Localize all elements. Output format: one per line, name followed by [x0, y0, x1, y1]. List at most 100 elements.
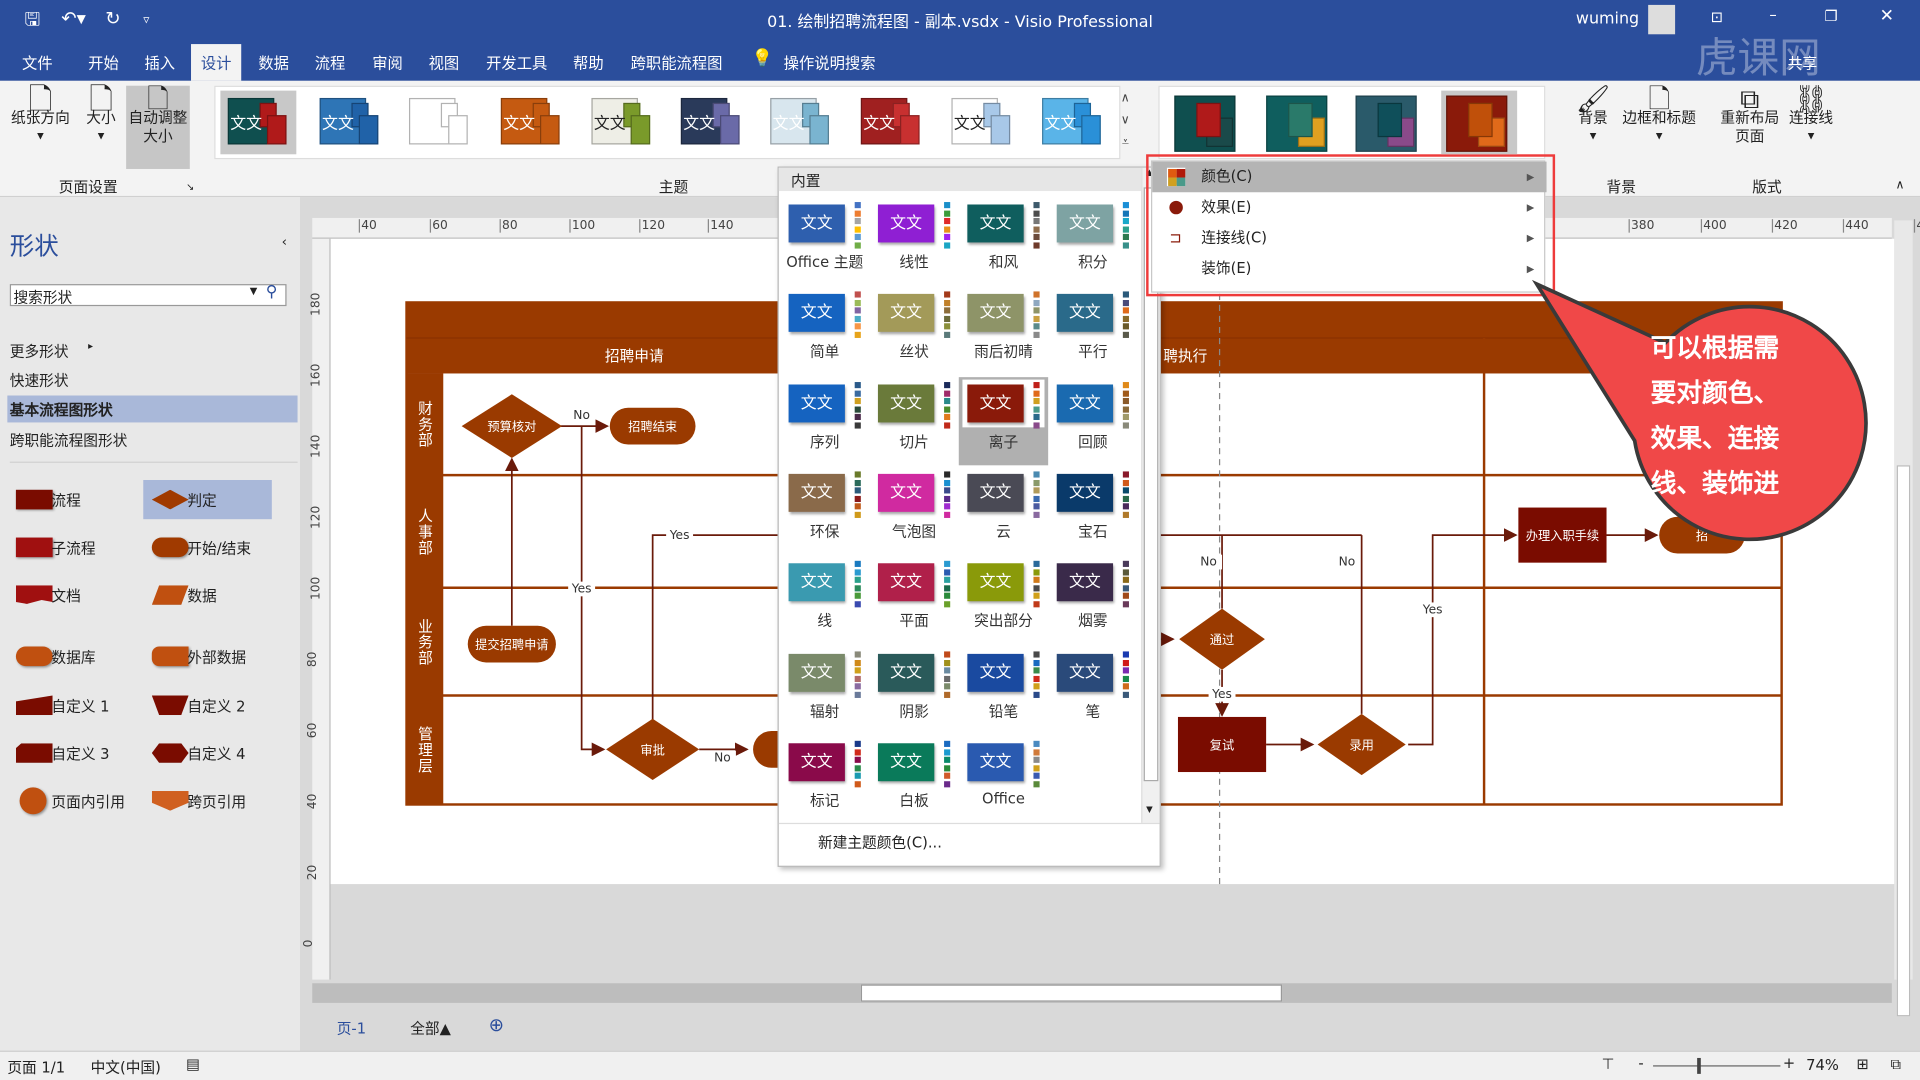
theme-color-option[interactable]: 文文云 [959, 467, 1048, 555]
shape-text: 预算核对 [487, 419, 536, 434]
language-status[interactable]: 中文(中国) [91, 1057, 161, 1078]
theme-color-option[interactable]: 文文 辐射 [780, 647, 869, 735]
color-swatch [854, 568, 861, 575]
theme-accent-swatch [448, 115, 468, 145]
color-swatch [854, 202, 861, 209]
theme-color-option[interactable]: 文文 丝状 [869, 287, 958, 375]
theme-color-option[interactable]: 文文 突出部分 [959, 556, 1048, 644]
theme-color-thumbnail: 文文 [967, 563, 1024, 602]
add-page-icon[interactable]: ⊕ [489, 1014, 504, 1036]
theme-color-option[interactable]: 文文线 [780, 556, 869, 644]
theme-color-option[interactable]: 文文 切片 [869, 377, 958, 465]
color-swatch [1122, 479, 1129, 486]
zoom-out-icon[interactable]: - [1638, 1054, 1643, 1071]
fit-page-icon[interactable]: ⊤ [1602, 1056, 1615, 1073]
theme-color-option[interactable]: 文文 积分 [1048, 197, 1137, 285]
theme-color-thumbnail: 文文 [1056, 563, 1114, 602]
theme-thumbnail[interactable]: 文文 [584, 91, 660, 155]
page-tab-1[interactable]: 页-1 [337, 1018, 366, 1039]
vertical-scroll-thumb[interactable] [1896, 465, 1911, 1017]
color-swatch [854, 210, 861, 217]
connector-label: Yes [669, 528, 690, 542]
color-swatch [1033, 495, 1040, 502]
theme-color-option[interactable]: 文文 宝石 [1048, 467, 1137, 555]
shape-text: 审批 [640, 742, 664, 757]
theme-thumbnail[interactable]: 文文 [493, 91, 569, 155]
color-swatch [854, 397, 861, 405]
connector-label: Yes [1211, 687, 1232, 701]
theme-color-thumbnail: 文文 [877, 384, 935, 423]
theme-color-option[interactable]: 文文 回顾 [1048, 377, 1137, 465]
color-swatch [1122, 584, 1129, 591]
theme-thumbnail[interactable]: 文文 [763, 91, 839, 155]
theme-color-option[interactable]: 文文 线性 [869, 197, 958, 285]
color-swatch [1122, 390, 1129, 397]
theme-color-option[interactable]: 文文 铅笔 [959, 647, 1048, 735]
color-swatch [1033, 748, 1040, 755]
theme-color-option[interactable]: 文文 序列 [780, 377, 869, 465]
scroll-down-icon[interactable]: ▼ [1146, 804, 1153, 814]
theme-color-option[interactable]: 文文 雨后初晴 [959, 287, 1048, 375]
theme-color-name: 离子 [988, 433, 1019, 451]
theme-thumbnail[interactable]: 文文 [1035, 91, 1111, 155]
macro-record-icon[interactable]: ▤ [186, 1056, 200, 1073]
variant-thumbnail[interactable] [1351, 91, 1427, 155]
all-pages-tab[interactable]: 全部▲ [410, 1018, 451, 1039]
theme-color-option[interactable]: 文文 白板 [869, 736, 958, 824]
variant-thumbnail[interactable] [1169, 91, 1245, 155]
theme-thumbnail[interactable] [402, 91, 478, 155]
color-swatch [1033, 503, 1040, 510]
theme-color-option[interactable]: 文文 和风 [959, 197, 1048, 285]
variant-thumbnail[interactable] [1261, 91, 1337, 155]
zoom-level[interactable]: 74% [1806, 1057, 1839, 1074]
horizontal-scrollbar[interactable] [312, 983, 1892, 1003]
color-swatch [1033, 471, 1040, 478]
theme-color-name: 平面 [899, 612, 929, 630]
color-swatch [1122, 382, 1129, 389]
color-swatch [1033, 659, 1040, 666]
switch-windows-icon[interactable]: ⧉ [1891, 1056, 1902, 1074]
theme-thumb-text: 文文 [503, 115, 536, 134]
new-theme-colors-item[interactable]: 新建主题颜色(C)... [818, 831, 942, 852]
color-swatch [854, 584, 861, 591]
theme-thumbnail[interactable]: 文文 [220, 90, 297, 155]
zoom-slider[interactable] [1653, 1057, 1781, 1074]
theme-color-option[interactable]: 文文 Office 主题 [780, 197, 869, 285]
theme-accent-swatch [720, 115, 740, 145]
fit-window-icon[interactable]: ⊞ [1856, 1056, 1868, 1073]
theme-color-option[interactable]: 文文 平行 [1048, 287, 1137, 375]
theme-color-name: 气泡图 [892, 522, 937, 541]
theme-thumbnail[interactable]: 文文 [853, 91, 929, 155]
theme-color-option[interactable]: 文文 平面 [869, 556, 958, 644]
color-swatch [1122, 600, 1129, 607]
zoom-slider-thumb[interactable] [1697, 1057, 1701, 1074]
theme-thumbnail[interactable]: 文文 [312, 91, 388, 155]
theme-color-option[interactable]: 文文 烟雾 [1048, 556, 1137, 644]
page-number-status[interactable]: 页面 1/1 [7, 1057, 65, 1078]
theme-color-option[interactable]: 文文 气泡图 [869, 467, 958, 555]
theme-color-option[interactable]: 文文 简单 [780, 287, 869, 375]
color-swatch [854, 756, 861, 763]
color-swatch [1122, 576, 1129, 583]
divider [778, 822, 1160, 825]
variant-thumbnail[interactable] [1441, 90, 1518, 155]
theme-color-option[interactable]: 文文 阴影 [869, 647, 958, 735]
theme-color-option[interactable]: 文文 Office [959, 736, 1048, 824]
color-swatch [1033, 756, 1040, 763]
theme-thumbnail[interactable]: 文文 [944, 91, 1020, 155]
horizontal-scroll-thumb[interactable] [860, 984, 1283, 1002]
theme-accent-swatch [809, 115, 829, 145]
connector-label: Yes [571, 582, 592, 596]
theme-color-option[interactable]: 文文 标记 [780, 736, 869, 824]
theme-colors-gallery: 内置 文文 Office 主题 文文 线性 文文 和风 文文 积分 文文 简单 文文 丝状 文文 雨后初晴… [777, 166, 1161, 867]
theme-color-option[interactable]: 文文 离子 [958, 377, 1049, 466]
callout-line: 线、装饰进 [1650, 468, 1780, 499]
vertical-scrollbar[interactable] [1894, 220, 1913, 1017]
theme-accent-swatch [1081, 115, 1101, 145]
theme-thumbnail[interactable]: 文文 [673, 91, 749, 155]
color-swatch [1033, 233, 1040, 241]
theme-color-option[interactable]: 文文 环保 [780, 467, 869, 555]
theme-color-option[interactable]: 文文笔 [1048, 647, 1137, 735]
color-swatch [854, 487, 861, 494]
zoom-in-icon[interactable]: + [1783, 1054, 1795, 1071]
